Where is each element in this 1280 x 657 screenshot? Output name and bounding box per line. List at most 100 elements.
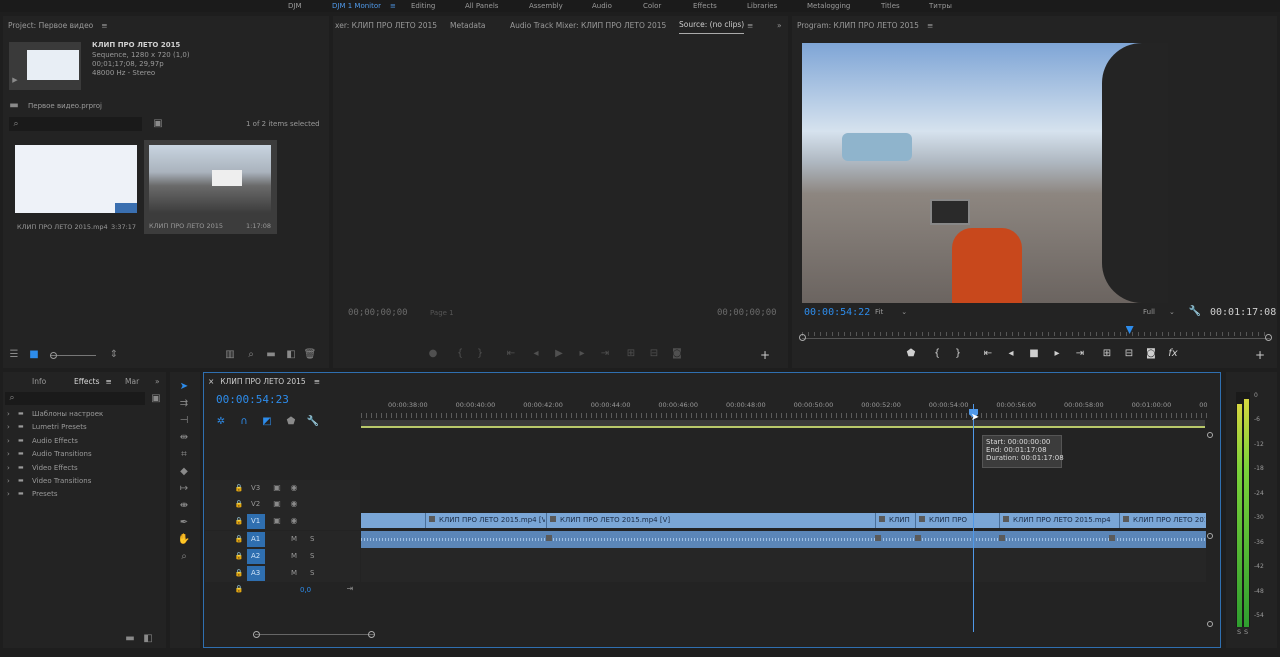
selection-tool-icon[interactable]: ➤	[178, 381, 190, 393]
meter-solo-right[interactable]: S	[1244, 628, 1248, 636]
effects-folder[interactable]: › ▬ Presets	[7, 490, 157, 502]
lift-icon[interactable]: ⊞	[1102, 349, 1112, 359]
eye-icon[interactable]: ◉	[289, 516, 299, 526]
workspace-tab-2[interactable]: Editing	[411, 2, 435, 10]
insert-overwrite-icon[interactable]: ◩	[262, 417, 272, 427]
effects-folder[interactable]: › ▬ Video Effects	[7, 464, 157, 476]
razor-tool-icon[interactable]: ◆	[178, 466, 190, 478]
timeline-ruler[interactable]: 00:00:38:00 00:00:40:00 00:00:42:00 00:00:4…	[361, 398, 1207, 420]
mark-out-icon[interactable]: }	[953, 349, 963, 359]
expand-panels-icon[interactable]: »	[777, 16, 782, 34]
add-button-icon[interactable]: +	[1254, 349, 1266, 361]
add-marker-icon[interactable]: ⬟	[286, 417, 296, 427]
play-icon[interactable]: ▶	[10, 75, 20, 85]
new-item-icon[interactable]: ◧	[143, 634, 153, 644]
new-bin-search-icon[interactable]: ▣	[153, 119, 163, 129]
lock-icon[interactable]: 🔒	[234, 584, 244, 594]
rolling-edit-tool-icon[interactable]: ⇹	[178, 432, 190, 444]
master-value[interactable]: 0,0	[300, 586, 311, 594]
overwrite-icon[interactable]: ⊟	[649, 349, 659, 359]
timeline-tab[interactable]: × КЛИП ПРО ЛЕТО 2015 ≡	[208, 372, 320, 390]
v1-clip[interactable]: КЛИП	[875, 513, 914, 528]
tab-markers[interactable]: Mar	[125, 372, 139, 390]
workspace-tab-10[interactable]: Titles	[881, 2, 900, 10]
sync-lock-icon[interactable]: ▣	[272, 516, 282, 526]
v1-clip[interactable]: КЛИП ПРО ЛЕТО 2015.mp4 [V]	[546, 513, 874, 528]
source-tab-metadata[interactable]: Metadata	[450, 16, 486, 34]
effects-folder[interactable]: › ▬ Шаблоны настроек	[7, 410, 157, 422]
meter-solo-left[interactable]: S	[1237, 628, 1241, 636]
timeline-timecode[interactable]: 00:00:54:23	[216, 393, 289, 406]
zoom-slider-handle[interactable]	[50, 352, 57, 359]
chevron-right-icon[interactable]: ›	[7, 410, 10, 418]
source-tab-mixer[interactable]: xer: КЛИП ПРО ЛЕТО 2015	[335, 16, 437, 34]
insert-icon[interactable]: ⊞	[626, 349, 636, 359]
go-to-in-icon[interactable]: ⇤	[983, 349, 993, 359]
v1-clip[interactable]: КЛИП ПРО	[915, 513, 998, 528]
lock-icon[interactable]: 🔒	[234, 515, 244, 527]
rate-stretch-tool-icon[interactable]: ⌗	[178, 449, 190, 461]
add-button-icon[interactable]: +	[759, 349, 771, 361]
sort-icon[interactable]: ⇕	[109, 350, 119, 360]
marker-icon[interactable]: ●	[428, 349, 438, 359]
chevron-right-icon[interactable]: ›	[7, 477, 10, 485]
effects-folder[interactable]: › ▬ Audio Transitions	[7, 450, 157, 462]
mute-button[interactable]: M	[291, 552, 297, 560]
ripple-edit-tool-icon[interactable]: ⊣	[178, 415, 190, 427]
project-item-1[interactable]: КЛИП ПРО ЛЕТО 2015.mp4 3:37:17	[15, 143, 141, 233]
v1-clip[interactable]: КЛИП ПРО ЛЕТО 2015.mp4	[1119, 513, 1205, 528]
step-back-icon[interactable]: ◂	[1006, 349, 1016, 359]
chevron-right-icon[interactable]: ›	[7, 464, 10, 472]
trash-icon[interactable]: 🗑	[304, 350, 317, 360]
camera-icon[interactable]: ◙	[1146, 349, 1156, 359]
effects-search-input[interactable]: ⌕	[5, 392, 145, 405]
icon-view-icon[interactable]: ■	[29, 350, 39, 360]
workspace-tab-11[interactable]: Титры	[929, 2, 952, 10]
wrench-icon[interactable]: 🔧	[307, 417, 319, 427]
snap-icon[interactable]: ✲	[216, 417, 226, 427]
stop-icon[interactable]: ■	[1029, 349, 1039, 359]
mute-button[interactable]: M	[291, 569, 297, 577]
effects-folder[interactable]: › ▬ Lumetri Presets	[7, 423, 157, 435]
timeline-playhead-line[interactable]	[973, 404, 974, 632]
hscroll-left-handle[interactable]	[253, 631, 260, 638]
automate-icon[interactable]: ▥	[225, 350, 235, 360]
list-view-icon[interactable]: ☰	[9, 350, 19, 360]
sync-lock-icon[interactable]: ▣	[272, 499, 282, 509]
solo-button[interactable]: S	[310, 535, 314, 543]
step-forward-icon[interactable]: ▸	[1052, 349, 1062, 359]
solo-button[interactable]: S	[310, 569, 314, 577]
workspace-tab-5[interactable]: Audio	[592, 2, 612, 10]
zoom-tool-icon[interactable]: ⌕	[178, 551, 190, 563]
extract-icon[interactable]: ⊟	[1124, 349, 1134, 359]
zoom-right-handle[interactable]	[1265, 334, 1272, 341]
work-area-bar[interactable]	[361, 420, 1205, 428]
lock-icon[interactable]: 🔒	[234, 482, 244, 494]
workspace-tab-6[interactable]: Color	[643, 2, 661, 10]
go-to-in-icon[interactable]: ⇤	[506, 349, 516, 359]
go-to-out-icon[interactable]: ⇥	[600, 349, 610, 359]
program-title[interactable]: Program: КЛИП ПРО ЛЕТО 2015 ≡	[797, 16, 933, 34]
workspace-tab-0[interactable]: DJM	[288, 2, 302, 10]
slip-tool-icon[interactable]: ↦	[178, 483, 190, 495]
workspace-tab-3[interactable]: All Panels	[465, 2, 498, 10]
chevron-right-icon[interactable]: ›	[7, 423, 10, 431]
mark-in-icon[interactable]: {	[455, 349, 465, 359]
play-icon[interactable]: ▶	[554, 349, 564, 359]
hand-tool-icon[interactable]: ✋	[178, 534, 190, 546]
chevron-right-icon[interactable]: ›	[7, 490, 10, 498]
workspace-tab-1[interactable]: DJM 1 Monitor	[332, 2, 381, 10]
resolution-dropdown[interactable]: Full ⌄	[1143, 308, 1175, 316]
timeline-vscroll[interactable]	[1207, 432, 1213, 627]
pen-tool-icon[interactable]: ✒	[178, 517, 190, 529]
linked-selection-icon[interactable]: ∩	[239, 417, 249, 427]
eye-icon[interactable]: ◉	[289, 483, 299, 493]
workspace-tab-7[interactable]: Effects	[693, 2, 717, 10]
camera-icon[interactable]: ◙	[672, 349, 682, 359]
go-to-end-icon[interactable]: ⇥	[345, 584, 355, 594]
lock-icon[interactable]: 🔒	[234, 567, 244, 579]
lock-icon[interactable]: 🔒	[234, 498, 244, 510]
tab-effects[interactable]: Effects ≡	[74, 372, 112, 390]
mute-button[interactable]: M	[291, 535, 297, 543]
slide-tool-icon[interactable]: ⇼	[178, 500, 190, 512]
